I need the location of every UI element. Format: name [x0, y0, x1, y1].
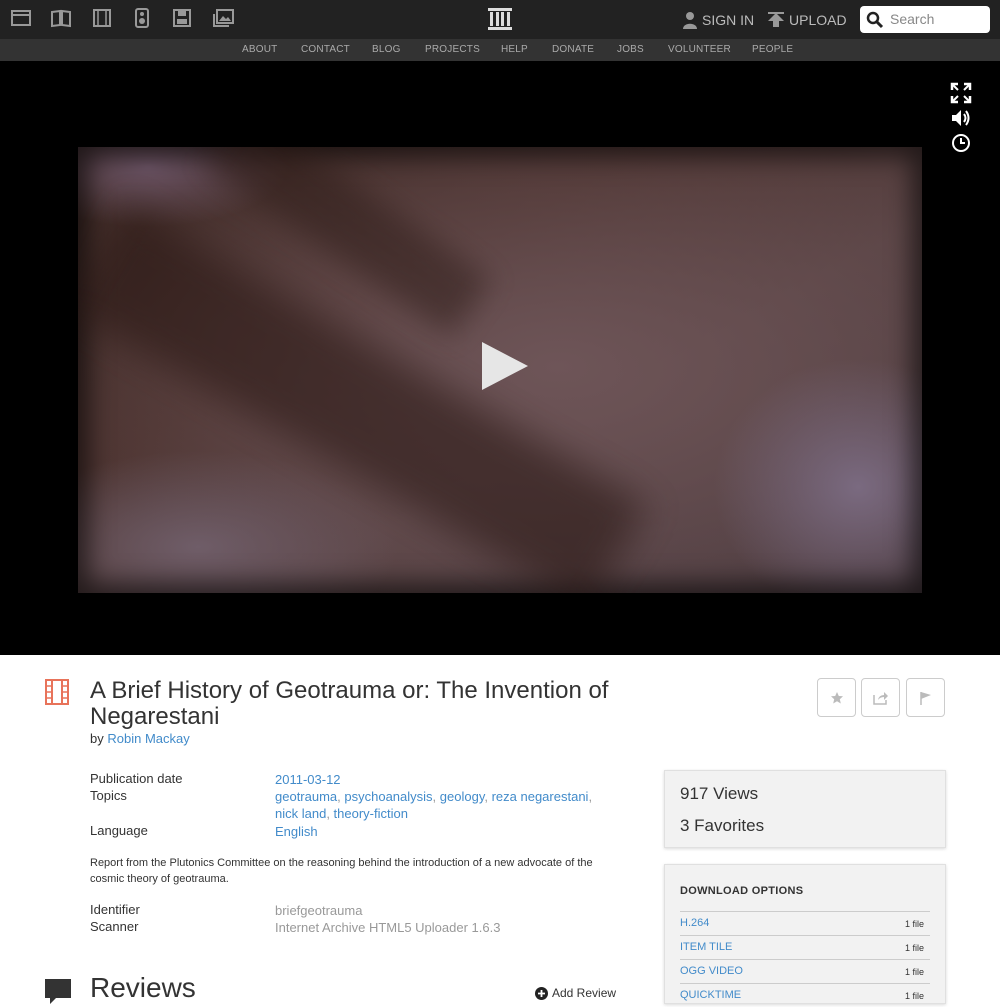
download-link-item-tile[interactable]: ITEM TILE: [680, 941, 732, 953]
comment-icon: [45, 979, 71, 1004]
download-options-heading: DOWNLOAD OPTIONS: [680, 885, 804, 897]
download-count[interactable]: 1 file: [905, 919, 924, 929]
video-icon[interactable]: [91, 8, 113, 28]
share-button[interactable]: [861, 678, 900, 717]
nav-about[interactable]: ABOUT: [242, 44, 277, 55]
favorite-icon: [830, 691, 843, 703]
download-options-panel: DOWNLOAD OPTIONS H.264 1 file ITEM TILE …: [664, 864, 946, 1004]
topic-link[interactable]: theory-fiction: [334, 806, 408, 821]
search-icon[interactable]: [866, 11, 884, 29]
publication-date-label: Publication date: [90, 771, 183, 786]
item-description: Report from the Plutonics Committee on t…: [90, 857, 593, 885]
topic-link[interactable]: geotrauma: [275, 789, 337, 804]
download-row: OGG VIDEO 1 file: [680, 959, 930, 983]
flag-icon: [919, 691, 931, 705]
by-label: by: [90, 731, 104, 746]
plus-circle-icon: [535, 986, 548, 1000]
language-link[interactable]: English: [275, 824, 318, 839]
topic-link[interactable]: reza negarestani: [492, 789, 589, 804]
nav-projects[interactable]: PROJECTS: [425, 44, 480, 55]
nav-help[interactable]: HELP: [501, 44, 528, 55]
language-label: Language: [90, 823, 148, 838]
sign-in-label: SIGN IN: [702, 12, 755, 28]
clock-icon[interactable]: [950, 132, 972, 154]
upload-button[interactable]: UPLOAD: [767, 10, 847, 30]
download-row: H.264 1 file: [680, 911, 930, 935]
download-count[interactable]: 1 file: [905, 967, 924, 977]
favorites-count: 3 Favorites: [680, 816, 765, 835]
share-icon: [872, 691, 888, 705]
byline: by Robin Mackay: [90, 731, 190, 746]
download-link-ogg-video[interactable]: OGG VIDEO: [680, 965, 743, 977]
nav-jobs[interactable]: JOBS: [617, 44, 644, 55]
topic-link[interactable]: geology: [440, 789, 485, 804]
user-icon: [683, 12, 697, 29]
publication-date-value: 2011-03-12: [275, 771, 341, 788]
upload-label: UPLOAD: [789, 12, 847, 28]
author-link[interactable]: Robin Mackay: [107, 731, 189, 746]
volume-icon[interactable]: [950, 107, 972, 129]
top-bar: SIGN IN UPLOAD: [0, 0, 1000, 39]
nav-donate[interactable]: DONATE: [552, 44, 594, 55]
reviews-heading: Reviews: [90, 972, 196, 1003]
search-box: [860, 6, 990, 33]
nav-blog[interactable]: BLOG: [372, 44, 401, 55]
play-button[interactable]: [482, 342, 528, 390]
nav-contact[interactable]: CONTACT: [301, 44, 350, 55]
identifier-label: Identifier: [90, 902, 140, 917]
nav-people[interactable]: PEOPLE: [752, 44, 793, 55]
topic-link[interactable]: nick land: [275, 806, 326, 821]
film-icon: [45, 679, 69, 705]
download-link-quicktime[interactable]: QUICKTIME: [680, 989, 741, 1001]
video-player[interactable]: [0, 61, 1000, 655]
download-row: QUICKTIME 1 file: [680, 983, 930, 1007]
fullscreen-icon[interactable]: [950, 82, 972, 104]
search-input[interactable]: [890, 9, 985, 29]
sign-in-button[interactable]: SIGN IN: [682, 10, 754, 30]
nav-volunteer[interactable]: VOLUNTEER: [668, 44, 731, 55]
download-count[interactable]: 1 file: [905, 943, 924, 953]
identifier-value: briefgeotrauma: [275, 903, 363, 918]
views-count: 917 Views: [680, 784, 759, 803]
archive-logo-icon[interactable]: [487, 6, 513, 32]
web-icon[interactable]: [10, 8, 32, 28]
scanner-value: Internet Archive HTML5 Uploader 1.6.3: [275, 920, 501, 935]
topics-value: geotrauma, psychoanalysis, geology, reza…: [275, 789, 593, 821]
images-icon[interactable]: [213, 8, 235, 28]
stats-box: 917 Views 3 Favorites: [664, 770, 946, 848]
download-row: ITEM TILE 1 file: [680, 935, 930, 959]
scanner-label: Scanner: [90, 919, 139, 934]
add-review-button[interactable]: Add Review: [535, 986, 616, 1000]
add-review-label: Add Review: [552, 986, 617, 1000]
download-link-h264[interactable]: H.264: [680, 917, 709, 929]
publication-date-link[interactable]: 2011-03-12: [275, 772, 341, 787]
texts-icon[interactable]: [50, 8, 72, 28]
nav-bar: ABOUT CONTACT BLOG PROJECTS HELP DONATE …: [0, 39, 1000, 61]
topics-label: Topics: [90, 788, 127, 803]
nav-links: ABOUT CONTACT BLOG PROJECTS HELP DONATE …: [0, 39, 1000, 61]
audio-icon[interactable]: [131, 8, 153, 28]
flag-button[interactable]: [906, 678, 945, 717]
favorite-button[interactable]: [817, 678, 856, 717]
topic-link[interactable]: psychoanalysis: [344, 789, 432, 804]
upload-icon: [768, 12, 784, 27]
software-icon[interactable]: [171, 8, 193, 28]
language-value: English: [275, 823, 318, 840]
item-title: A Brief History of Geotrauma or: The Inv…: [90, 677, 609, 730]
